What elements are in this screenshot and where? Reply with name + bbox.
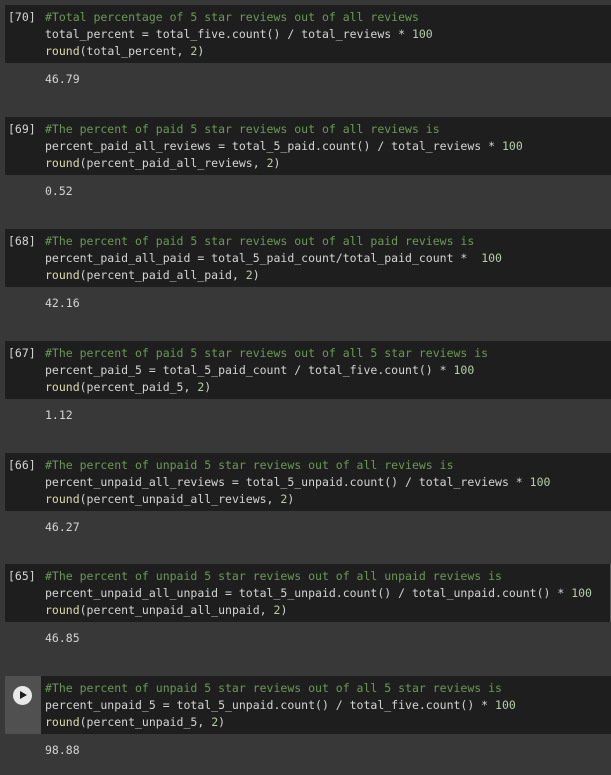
code-cell-1[interactable]: [70] #Total percentage of 5 star reviews… xyxy=(5,5,611,95)
code-editor[interactable]: [69] #The percent of paid 5 star reviews… xyxy=(5,117,611,175)
code-comment: #The percent of unpaid 5 star reviews ou… xyxy=(45,569,502,583)
code-number: 100 xyxy=(481,251,502,265)
code-editor[interactable]: [67] #The percent of paid 5 star reviews… xyxy=(5,341,611,399)
code-function: round xyxy=(45,380,80,394)
code-text: (percent_unpaid_all_unpaid, xyxy=(79,603,274,617)
code-text: (percent_paid_all_reviews, xyxy=(79,156,267,170)
code-text: percent_unpaid_all_reviews = total_5_unp… xyxy=(45,475,530,489)
execution-count: [68] xyxy=(8,234,36,248)
cell-output: 98.88 xyxy=(5,734,611,766)
code-text: percent_paid_all_reviews = total_5_paid.… xyxy=(45,139,502,153)
code-number: 2 xyxy=(266,156,274,170)
code-line: round(total_percent, 2) xyxy=(45,43,611,60)
code-comment: #The percent of unpaid 5 star reviews ou… xyxy=(45,458,454,472)
code-comment: #The percent of unpaid 5 star reviews ou… xyxy=(45,681,502,695)
code-editor[interactable]: [68] #The percent of paid 5 star reviews… xyxy=(5,229,611,287)
code-text: percent_paid_5 = total_5_paid_count / to… xyxy=(45,363,454,377)
code-function: round xyxy=(45,492,80,506)
code-function: round xyxy=(45,603,80,617)
run-gutter xyxy=(5,676,41,734)
code-text: total_percent = total_five.count() / tot… xyxy=(45,27,412,41)
code-comment: #Total percentage of 5 star reviews out … xyxy=(45,10,419,24)
code-text: ) xyxy=(280,603,288,617)
code-editor[interactable]: [70] #Total percentage of 5 star reviews… xyxy=(5,5,611,63)
code-text: ) xyxy=(252,268,260,282)
code-function: round xyxy=(45,156,80,170)
execution-count: [69] xyxy=(8,122,36,136)
code-text: (percent_unpaid_5, xyxy=(79,715,212,729)
code-text: ) xyxy=(218,715,226,729)
cell-output: 46.79 xyxy=(5,63,611,95)
code-text: percent_paid_all_paid = total_5_paid_cou… xyxy=(45,251,482,265)
code-editor[interactable]: [65] #The percent of unpaid 5 star revie… xyxy=(5,564,611,622)
cell-output: 1.12 xyxy=(5,399,611,431)
code-cell-3[interactable]: [68] #The percent of paid 5 star reviews… xyxy=(5,229,611,319)
code-text: percent_unpaid_5 = total_5_unpaid.count(… xyxy=(45,698,496,712)
code-function: round xyxy=(45,715,80,729)
code-number: 100 xyxy=(571,586,592,600)
code-editor[interactable]: #The percent of unpaid 5 star reviews ou… xyxy=(5,676,611,734)
code-text: (percent_paid_5, xyxy=(79,380,198,394)
code-cell-6[interactable]: [65] #The percent of unpaid 5 star revie… xyxy=(5,564,611,654)
code-number: 100 xyxy=(411,27,433,41)
code-line: total_percent = total_five.count() / tot… xyxy=(45,26,611,43)
execution-count: [70] xyxy=(8,10,36,24)
code-text: (total_percent, xyxy=(79,44,191,58)
execution-count: [65] xyxy=(8,569,36,583)
code-comment: #The percent of paid 5 star reviews out … xyxy=(45,234,475,248)
code-comment: #The percent of paid 5 star reviews out … xyxy=(45,346,489,360)
code-text: (percent_unpaid_all_reviews, xyxy=(79,492,281,506)
code-line: percent_unpaid_all_unpaid = total_5_unpa… xyxy=(45,585,610,602)
code-cell-7[interactable]: #The percent of unpaid 5 star reviews ou… xyxy=(5,676,611,766)
cell-output: 42.16 xyxy=(5,287,611,319)
code-comment: #The percent of paid 5 star reviews out … xyxy=(45,122,440,136)
cell-output: 46.85 xyxy=(5,622,611,654)
code-cell-4[interactable]: [67] #The percent of paid 5 star reviews… xyxy=(5,341,611,431)
code-number: 100 xyxy=(453,363,475,377)
code-text: percent_unpaid_all_unpaid = total_5_unpa… xyxy=(45,586,572,600)
code-text: ) xyxy=(273,156,281,170)
code-line: round(percent_paid_all_reviews, 2) xyxy=(45,155,611,172)
code-line: round(percent_paid_all_paid, 2) xyxy=(45,267,611,284)
code-number: 100 xyxy=(495,698,516,712)
code-text: (percent_paid_all_paid, xyxy=(79,268,246,282)
execution-count: [67] xyxy=(8,346,36,360)
code-line: round(percent_paid_5, 2) xyxy=(45,379,611,396)
code-number: 100 xyxy=(529,475,551,489)
execution-count: [66] xyxy=(8,458,36,472)
code-number: 100 xyxy=(501,139,523,153)
run-cell-icon[interactable] xyxy=(13,686,32,705)
code-cell-5[interactable]: [66] #The percent of unpaid 5 star revie… xyxy=(5,453,611,543)
code-text: ) xyxy=(204,380,212,394)
code-number: 2 xyxy=(245,268,253,282)
code-line: round(percent_unpaid_5, 2) xyxy=(45,714,611,731)
code-line: percent_unpaid_all_reviews = total_5_unp… xyxy=(45,474,611,491)
cell-output: 0.52 xyxy=(5,175,611,207)
code-text: ) xyxy=(287,492,295,506)
code-line: round(percent_unpaid_all_unpaid, 2) xyxy=(45,602,610,619)
code-function: round xyxy=(45,268,80,282)
code-function: round xyxy=(45,44,80,58)
code-line: percent_paid_5 = total_5_paid_count / to… xyxy=(45,362,611,379)
code-cell-2[interactable]: [69] #The percent of paid 5 star reviews… xyxy=(5,117,611,207)
code-line: percent_paid_all_paid = total_5_paid_cou… xyxy=(45,250,611,267)
code-line: percent_paid_all_reviews = total_5_paid.… xyxy=(45,138,611,155)
cell-output: 46.27 xyxy=(5,511,611,543)
code-text: ) xyxy=(197,44,205,58)
code-line: percent_unpaid_5 = total_5_unpaid.count(… xyxy=(45,697,611,714)
code-line: round(percent_unpaid_all_reviews, 2) xyxy=(45,491,611,508)
code-editor[interactable]: [66] #The percent of unpaid 5 star revie… xyxy=(5,453,611,511)
